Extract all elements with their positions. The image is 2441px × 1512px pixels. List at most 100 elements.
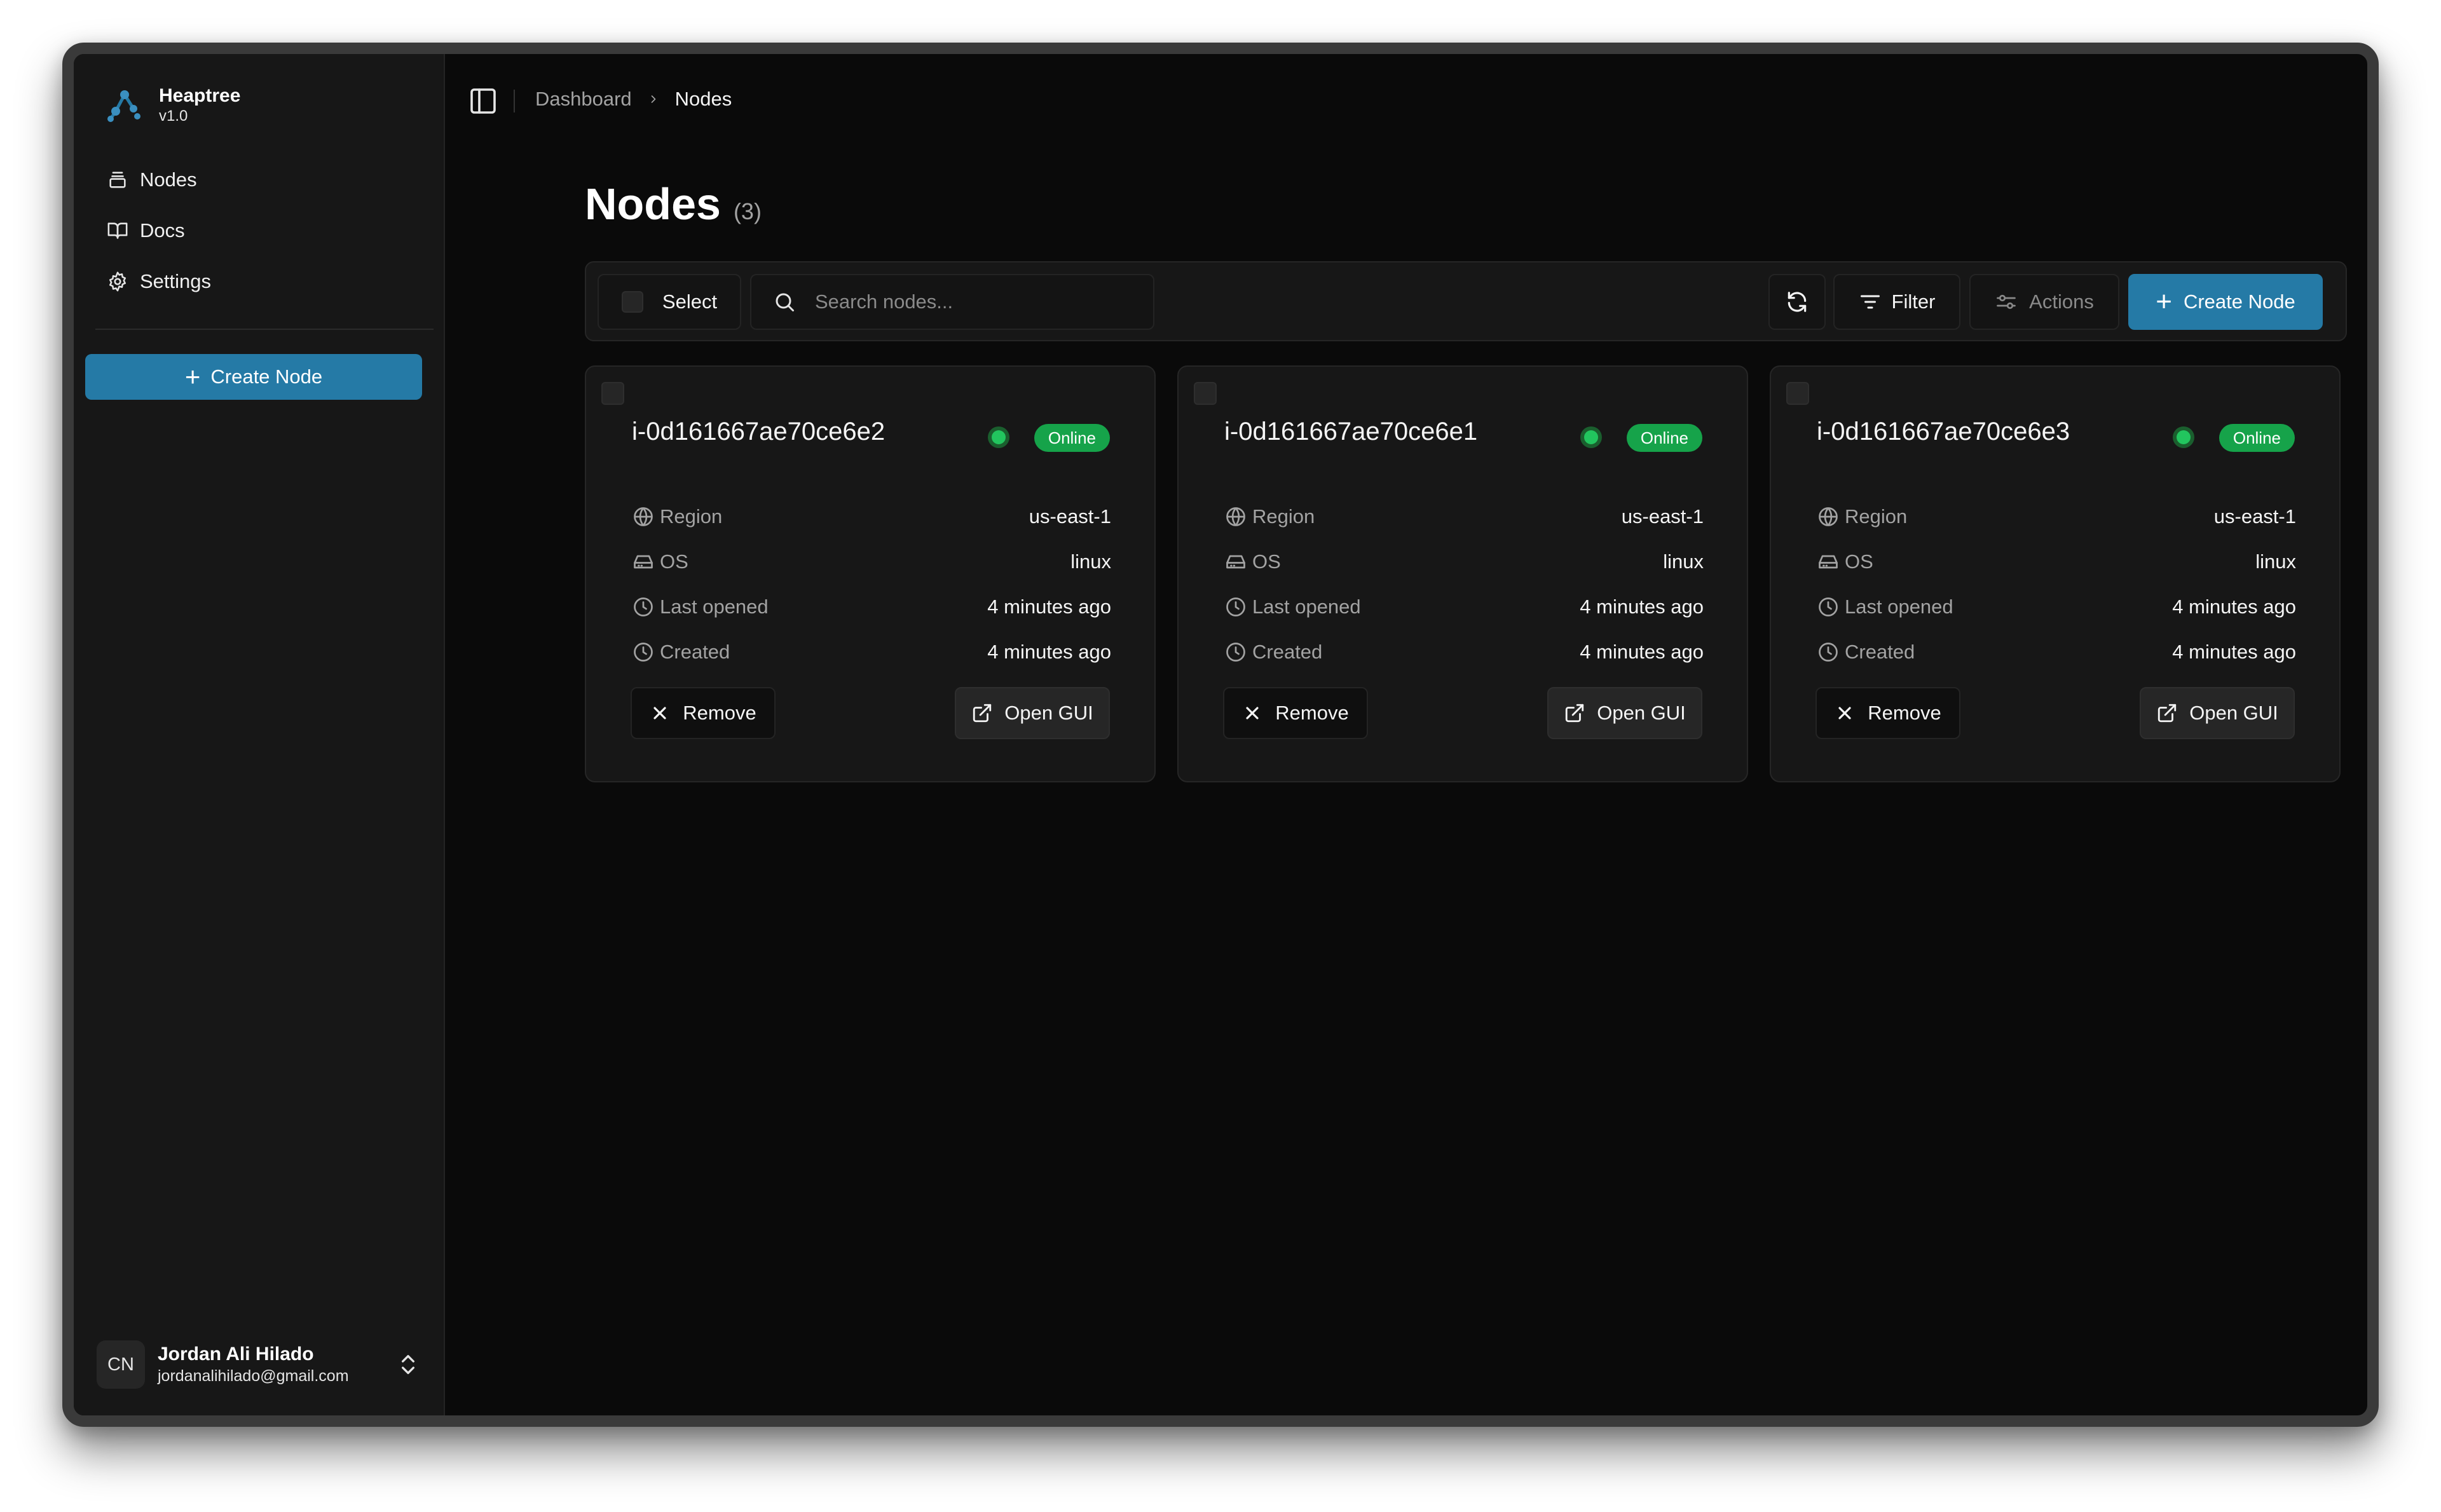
region-row: Region us-east-1 [1224,494,1704,539]
created-row: Created 4 minutes ago [1224,629,1704,674]
sidebar-item-docs[interactable]: Docs [95,205,434,256]
remove-button[interactable]: Remove [631,687,776,739]
heaptree-logo-icon [107,90,140,122]
node-checkbox[interactable] [601,382,624,405]
refresh-icon [1788,292,1807,312]
os-label: OS [1845,550,1873,573]
hard-drive-icon [1226,555,1245,568]
status-badge: Online [1626,424,1702,452]
remove-label: Remove [683,702,756,724]
create-node-button[interactable]: + Create Node [2128,274,2323,330]
os-row: OS linux [1817,539,2296,584]
region-label: Region [1845,505,1908,528]
app-version: v1.0 [159,107,188,125]
select-label: Select [662,290,718,313]
open-gui-label: Open GUI [1597,702,1686,724]
external-link-icon [1566,704,1584,723]
status-badge: Online [2219,424,2295,452]
create-node-label: Create Node [2183,290,2295,313]
app-name: Heaptree [159,85,241,106]
close-icon [653,707,666,719]
select-toggle[interactable]: Select [598,274,741,330]
sidebar-toggle-icon[interactable] [468,86,498,116]
region-row: Region us-east-1 [1817,494,2296,539]
open-gui-button[interactable]: Open GUI [2140,687,2295,739]
close-icon [1246,707,1259,719]
sliders-icon [1997,294,2016,310]
os-row: OS linux [632,539,1111,584]
chevron-up-down-icon [402,1355,414,1374]
status-badge: Online [1034,424,1110,452]
breadcrumb: Dashboard Nodes [535,88,732,111]
created-value: 4 minutes ago [2172,640,2296,663]
hard-drive-icon [634,555,653,568]
external-link-icon [973,704,992,723]
external-link-icon [2158,704,2177,723]
os-value: linux [1070,550,1111,573]
remove-button[interactable]: Remove [1223,687,1368,739]
actions-button[interactable]: Actions [1969,274,2119,330]
sidebar-item-label: Docs [140,219,185,242]
user-name: Jordan Ali Hilado [158,1344,314,1365]
header-divider [514,90,515,112]
clock-icon [634,597,653,616]
open-gui-label: Open GUI [1004,702,1093,724]
sidebar-create-label: Create Node [210,365,323,388]
breadcrumb-dashboard[interactable]: Dashboard [535,88,632,111]
sidebar-item-label: Settings [140,270,212,292]
status-indicator [2173,426,2194,448]
clock-icon [1226,642,1245,662]
status-indicator [988,426,1009,448]
search-input[interactable]: Search nodes... [750,274,1154,330]
last-opened-label: Last opened [1845,595,1953,618]
refresh-button[interactable] [1768,274,1826,330]
sidebar-item-label: Nodes [140,168,197,191]
sidebar-create-node-button[interactable]: + Create Node [85,354,422,400]
open-gui-button[interactable]: Open GUI [1547,687,1702,739]
hard-drive-icon [1819,555,1838,568]
created-label: Created [1845,640,1915,663]
created-row: Created 4 minutes ago [632,629,1111,674]
plus-icon: + [2156,286,2172,317]
header: Dashboard Nodes [445,54,2367,149]
region-value: us-east-1 [1621,505,1704,528]
created-row: Created 4 minutes ago [1817,629,2296,674]
sidebar-item-settings[interactable]: Settings [95,256,434,307]
node-id: i-0d161667ae70ce6e1 [1224,418,1478,446]
app-window: Heaptree v1.0 Nodes Docs Settings + Crea… [62,43,2379,1427]
node-checkbox[interactable] [1786,382,1809,405]
chevron-right-icon [651,95,655,103]
close-icon [1838,707,1851,719]
node-checkbox[interactable] [1194,382,1217,405]
last-opened-value: 4 minutes ago [1580,595,1704,618]
last-opened-label: Last opened [1252,595,1361,618]
toolbar: Select Search nodes... Filter Actions + … [585,261,2347,341]
globe-icon [1226,507,1245,526]
breadcrumb-current: Nodes [674,88,732,110]
clock-icon [1819,597,1838,616]
last-opened-row: Last opened 4 minutes ago [632,584,1111,629]
sidebar-divider [95,329,434,330]
os-label: OS [660,550,688,573]
sidebar-item-nodes[interactable]: Nodes [95,154,434,205]
open-gui-button[interactable]: Open GUI [955,687,1110,739]
last-opened-value: 4 minutes ago [2172,595,2296,618]
select-all-checkbox[interactable] [621,291,643,313]
region-label: Region [1252,505,1315,528]
created-value: 4 minutes ago [1580,640,1704,663]
user-menu[interactable]: CN Jordan Ali Hilado jordanalihilado@gma… [97,1334,427,1395]
user-email: jordanalihilado@gmail.com [158,1367,349,1385]
avatar: CN [97,1340,145,1389]
globe-icon [1819,507,1838,526]
remove-button[interactable]: Remove [1815,687,1960,739]
page-title: Nodes (3) [585,179,762,229]
created-value: 4 minutes ago [987,640,1111,663]
clock-icon [1226,597,1245,616]
plus-icon: + [184,362,201,392]
brand[interactable]: Heaptree v1.0 [106,85,240,125]
clock-icon [634,642,653,662]
last-opened-row: Last opened 4 minutes ago [1224,584,1704,629]
filter-button[interactable]: Filter [1833,274,1960,330]
last-opened-value: 4 minutes ago [987,595,1111,618]
sidebar-nav: Nodes Docs Settings [95,154,434,307]
